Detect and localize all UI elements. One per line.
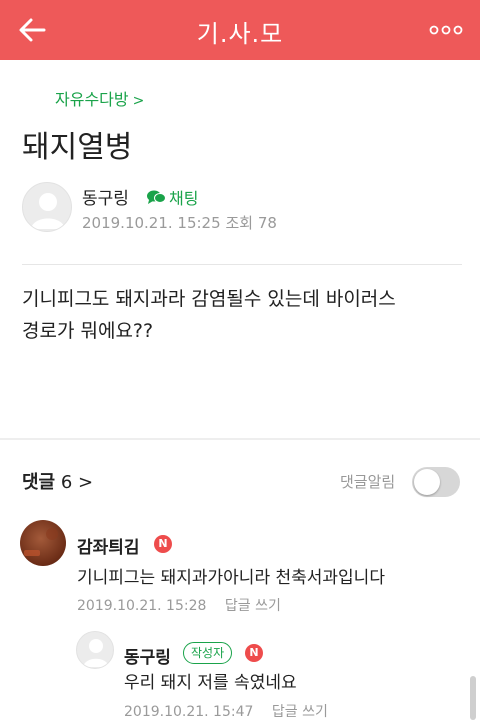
post-title: 돼지열병 (22, 130, 133, 165)
comment-text: 기니피그는 돼지과가아니라 천축서과입니다 (77, 568, 385, 588)
divider (22, 264, 462, 265)
new-badge: N (245, 644, 263, 662)
profile-photo-icon (24, 528, 58, 556)
more-dots-icon (429, 25, 463, 35)
commenter-avatar[interactable] (76, 631, 114, 669)
author-avatar[interactable] (22, 182, 72, 232)
new-badge: N (154, 535, 172, 553)
comments-header[interactable]: 댓글 6 > (22, 468, 93, 494)
post-date: 2019.10.21. 15:25 (82, 214, 221, 232)
app-title: 기.사.모 (196, 20, 284, 48)
post-body-line: 기니피그도 돼지과라 감염될수 있는데 바이러스 (22, 288, 396, 310)
commenter-name[interactable]: 감좌틔김 (77, 533, 140, 558)
chevron-right-icon: > (132, 93, 145, 109)
post-body: 기니피그도 돼지과라 감염될수 있는데 바이러스 경로가 뭐에요?? (22, 283, 462, 347)
default-avatar-icon (83, 639, 109, 667)
post-body-line: 경로가 뭐에요?? (22, 320, 154, 342)
chevron-right-icon: > (78, 472, 94, 493)
views-label: 조회 (225, 214, 254, 232)
comment-notify-toggle[interactable] (412, 467, 460, 497)
reply-button[interactable]: 답글 쓰기 (225, 598, 281, 614)
default-avatar-icon (31, 193, 65, 229)
reply-button[interactable]: 답글 쓰기 (272, 704, 328, 720)
comment-meta: 2019.10.21. 15:28 답글 쓰기 (77, 595, 281, 615)
section-divider (0, 438, 480, 440)
back-arrow-icon (19, 18, 46, 42)
scrollbar[interactable] (470, 676, 476, 720)
author-name[interactable]: 동구링 (82, 184, 129, 209)
toggle-knob (414, 469, 440, 495)
comments-label: 댓글 (22, 472, 56, 493)
comment-meta: 2019.10.21. 15:47 답글 쓰기 (124, 701, 328, 721)
comment-date: 2019.10.21. 15:47 (124, 704, 254, 720)
board-link[interactable]: 자유수다방 > (55, 86, 144, 110)
commenter-name[interactable]: 동구링 (124, 643, 171, 668)
comment-notify-label: 댓글알림 (340, 473, 396, 491)
comments-count: 6 (60, 472, 73, 493)
author-tag: 작성자 (183, 642, 233, 664)
board-name: 자유수다방 (55, 90, 129, 109)
chat-button[interactable]: 채팅 (146, 185, 198, 209)
comment-date: 2019.10.21. 15:28 (77, 598, 207, 614)
app-bar: 기.사.모 (0, 0, 480, 60)
post-meta: 2019.10.21. 15:25 조회 78 (82, 212, 277, 233)
comment-text: 우리 돼지 저를 속였네요 (124, 673, 297, 693)
chat-bubble-icon (147, 190, 166, 204)
views-count: 78 (257, 214, 277, 232)
back-button[interactable] (14, 12, 54, 48)
chat-label: 채팅 (169, 189, 199, 208)
more-options-button[interactable] (426, 18, 466, 42)
commenter-avatar[interactable] (20, 520, 66, 566)
